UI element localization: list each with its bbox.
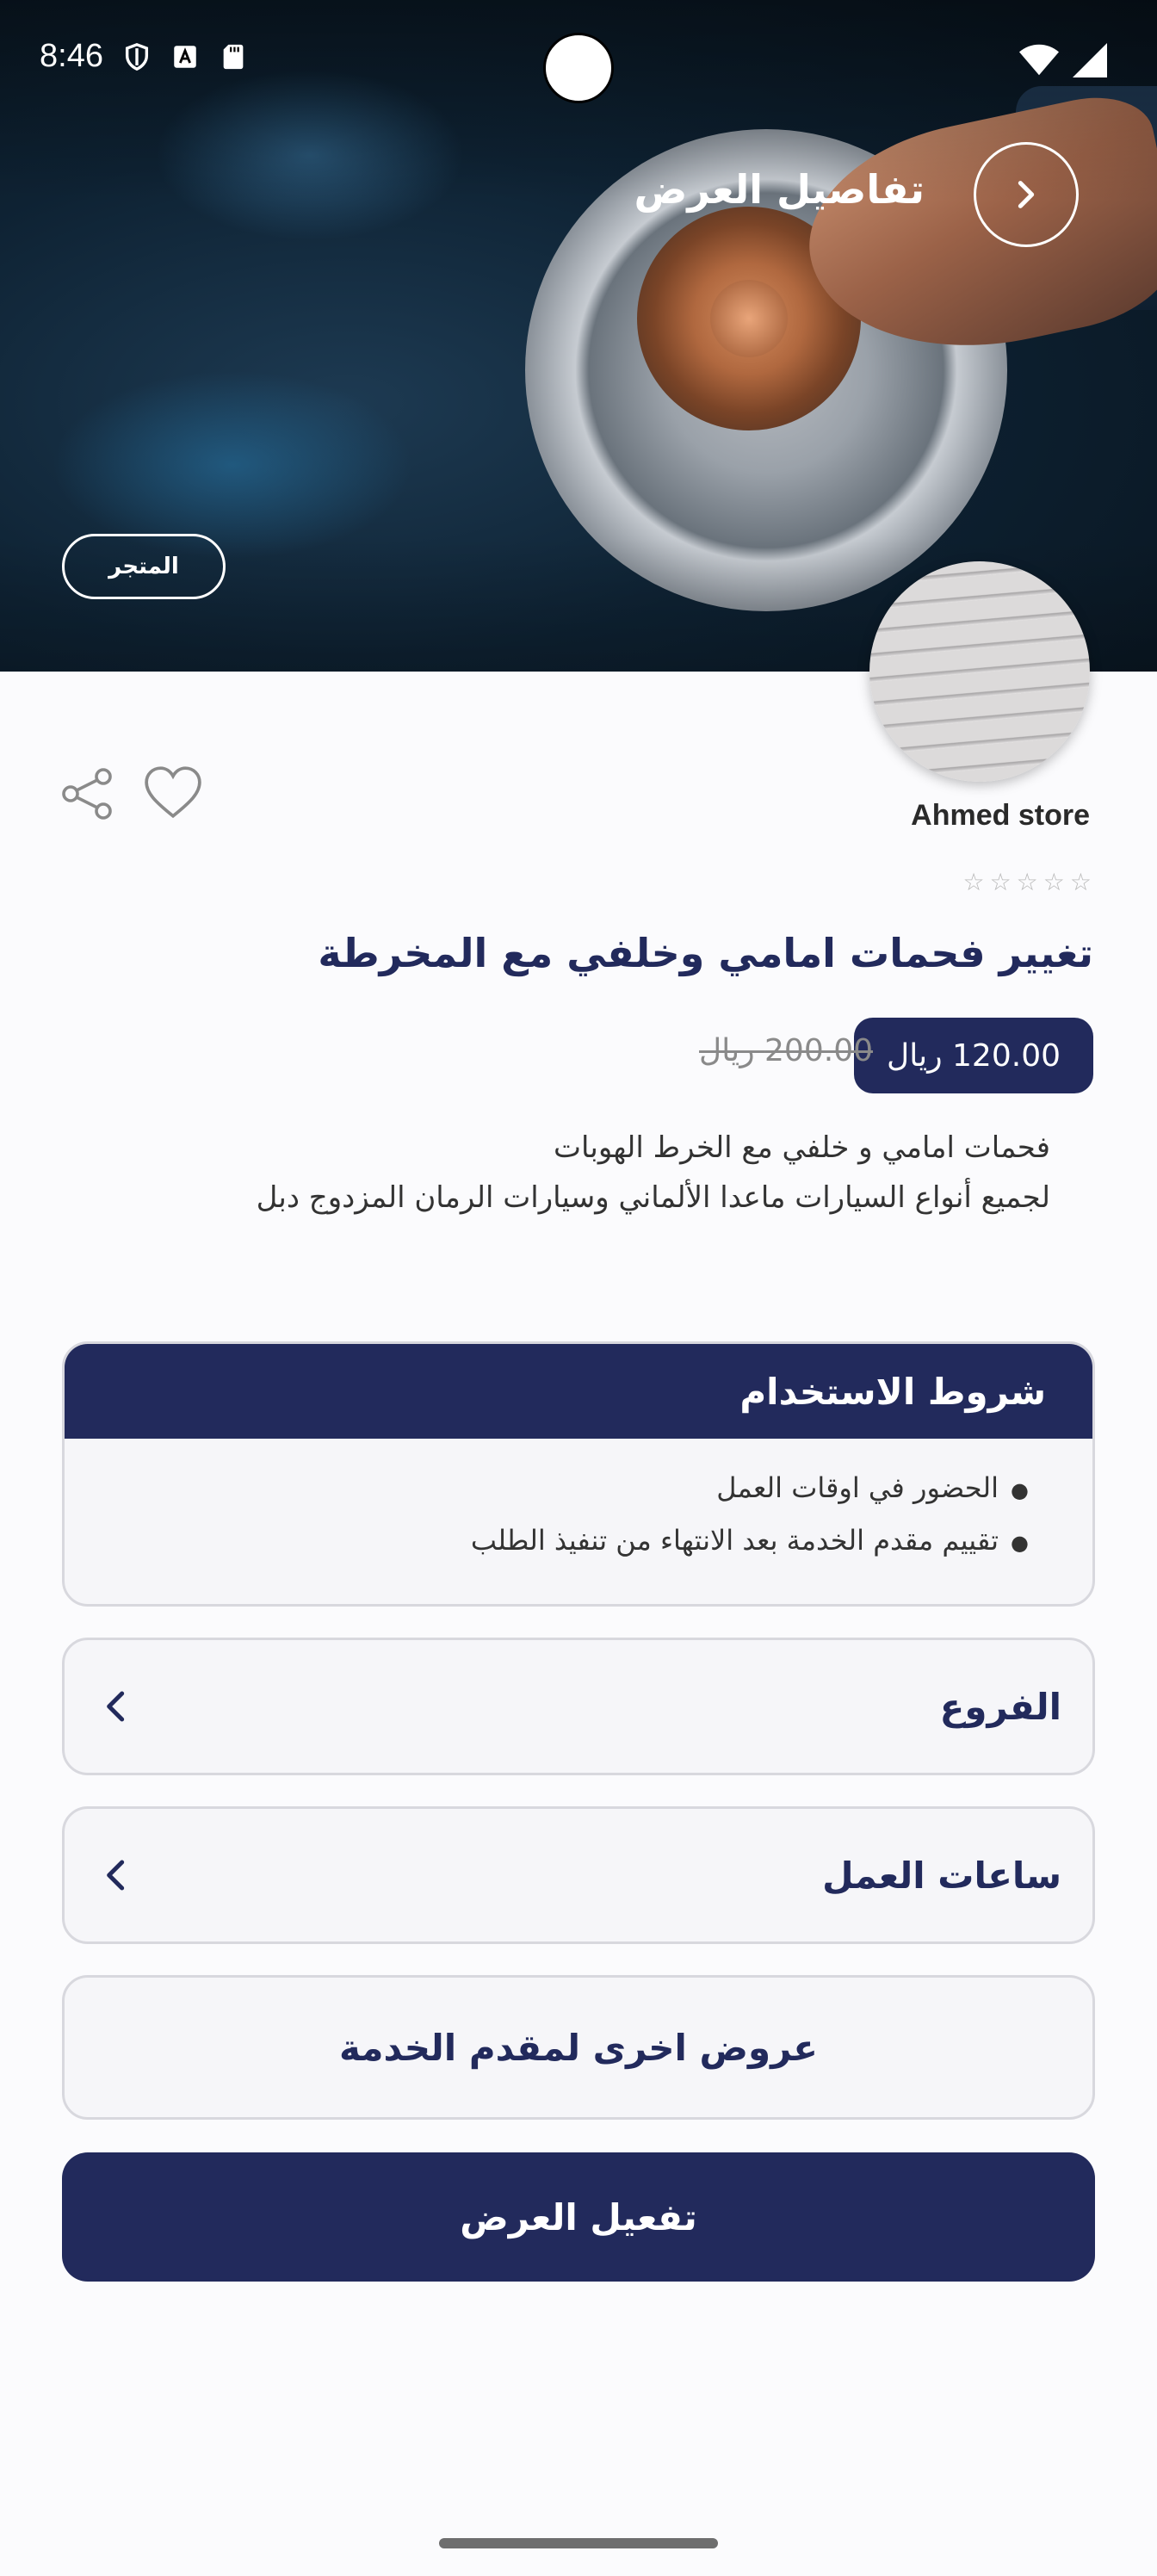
shield-icon — [125, 42, 149, 71]
back-button[interactable] — [974, 142, 1079, 247]
status-time: 8:46 — [40, 38, 103, 74]
offer-title: تغيير فحمات امامي وخلفي مع المخرطة — [318, 930, 1093, 976]
terms-list: الحضور في اوقات العمل تقييم مقدم الخدمة … — [65, 1439, 1092, 1568]
branches-label: الفروع — [939, 1685, 1061, 1728]
share-icon[interactable] — [60, 766, 115, 821]
terms-item: الحضور في اوقات العمل — [65, 1463, 1029, 1515]
chevron-left-icon — [107, 1691, 125, 1722]
page-title: تفاصيل العرض — [634, 166, 925, 213]
description-line: فحمات امامي و خلفي مع الخرط الهوبات — [553, 1130, 1050, 1165]
star-icon: ☆ — [1016, 868, 1038, 896]
star-icon: ☆ — [962, 868, 985, 896]
chevron-right-icon — [1018, 181, 1035, 208]
store-rating: ☆ ☆ ☆ ☆ ☆ — [962, 868, 1092, 896]
offer-description: فحمات امامي و خلفي مع الخرط الهوبات لجمي… — [189, 1123, 1050, 1223]
activate-offer-button[interactable]: تفعيل العرض — [62, 2152, 1095, 2282]
offer-details-screen: 8:46 تفاصيل العرض المتجر Ahmed store ☆ ☆… — [0, 0, 1157, 2576]
star-icon: ☆ — [1069, 868, 1092, 896]
terms-item: تقييم مقدم الخدمة بعد الانتهاء من تنفيذ … — [65, 1515, 1029, 1568]
old-price: 200.00 ريال — [699, 1033, 873, 1068]
store-link-button[interactable]: المتجر — [62, 534, 226, 599]
terms-heading: شروط الاستخدام — [65, 1344, 1092, 1439]
sd-card-icon — [223, 44, 244, 69]
heart-icon[interactable] — [143, 765, 203, 821]
branches-row[interactable]: الفروع — [62, 1638, 1095, 1775]
status-bar-right — [1019, 43, 1107, 77]
other-offers-button[interactable]: عروض اخرى لمقدم الخدمة — [62, 1975, 1095, 2120]
working-hours-row[interactable]: ساعات العمل — [62, 1806, 1095, 1944]
star-icon: ☆ — [1043, 868, 1065, 896]
font-icon — [174, 45, 196, 68]
home-indicator[interactable] — [439, 2538, 718, 2548]
chevron-left-icon — [107, 1860, 125, 1891]
star-icon: ☆ — [989, 868, 1012, 896]
camera-cutout — [543, 33, 614, 103]
signal-icon — [1073, 43, 1107, 77]
store-name: Ahmed store — [911, 799, 1090, 832]
working-hours-label: ساعات العمل — [822, 1854, 1061, 1897]
wifi-icon — [1019, 44, 1059, 76]
status-bar-left: 8:46 — [40, 38, 248, 75]
price-badge: 120.00 ريال — [854, 1018, 1093, 1093]
store-avatar[interactable] — [869, 561, 1090, 782]
description-line: لجميع أنواع السيارات ماعدا الألماني وسيا… — [256, 1180, 1050, 1215]
terms-card: شروط الاستخدام الحضور في اوقات العمل تقي… — [62, 1341, 1095, 1607]
